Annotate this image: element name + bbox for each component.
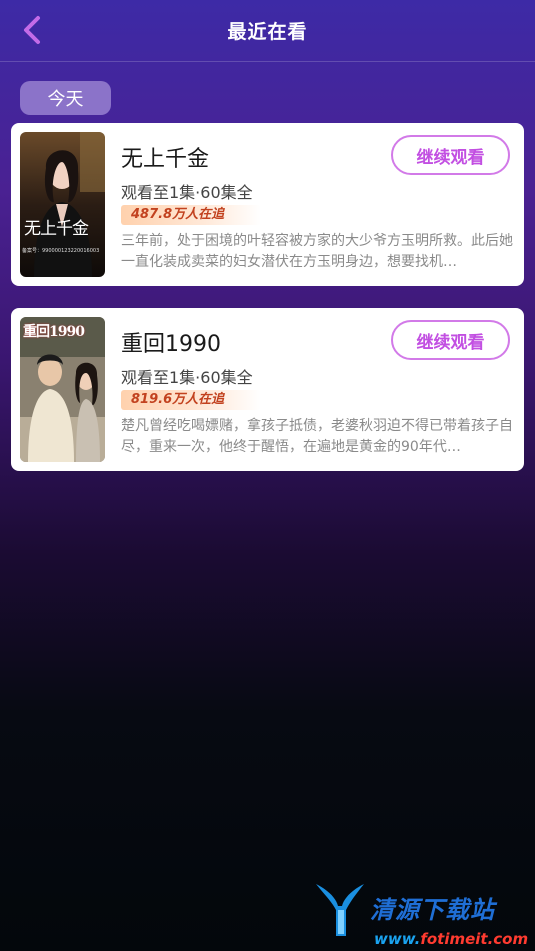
watermark-url-domain: fotimeit.com <box>420 930 529 948</box>
section-date-chip: 今天 <box>20 81 111 115</box>
poster-title-text: 重回1990 <box>23 324 85 340</box>
popularity-badge: 487.8万人在追 <box>121 205 261 225</box>
history-card[interactable]: 重回1990 重回1990 观看至1集·60集全 819.6万人在追 楚凡曾经吃… <box>11 308 524 471</box>
popularity-badge: 819.6万人在追 <box>121 390 261 410</box>
watermark-url: www.fotimeit.com <box>374 930 528 948</box>
drama-description: 三年前，处于困境的叶轻容被方家的大少爷方玉明所救。此后她一直化装成卖菜的妇女潜伏… <box>121 233 513 270</box>
watermark-url-prefix: www. <box>374 930 421 948</box>
poster-image[interactable]: 重回1990 <box>20 317 105 462</box>
drama-description: 楚凡曾经吃喝嫖赌，拿孩子抵债，老婆秋羽迫不得已带着孩子自尽，重来一次，他终于醒悟… <box>121 418 513 455</box>
poster-title-text: 无上千金 <box>24 219 89 239</box>
watermark-text: 清源下载站 <box>370 896 495 924</box>
top-bar: 最近在看 <box>0 0 535 62</box>
poster-image[interactable]: 无上千金 备案号：990000123220016003 <box>20 132 105 277</box>
continue-watching-button[interactable]: 继续观看 <box>391 135 510 175</box>
drama-title: 无上千金 <box>121 147 210 172</box>
site-watermark: 清源下载站 www.fotimeit.com <box>312 880 528 948</box>
watch-progress: 观看至1集·60集全 <box>121 183 253 202</box>
page-title: 最近在看 <box>227 21 308 43</box>
watermark-logo-icon <box>316 884 364 936</box>
history-card[interactable]: 无上千金 备案号：990000123220016003 无上千金 观看至1集·6… <box>11 123 524 286</box>
continue-watching-button[interactable]: 继续观看 <box>391 320 510 360</box>
poster-id-text: 备案号：990000123220016003 <box>22 248 100 254</box>
watch-progress: 观看至1集·60集全 <box>121 368 253 387</box>
drama-title: 重回1990 <box>121 332 221 357</box>
